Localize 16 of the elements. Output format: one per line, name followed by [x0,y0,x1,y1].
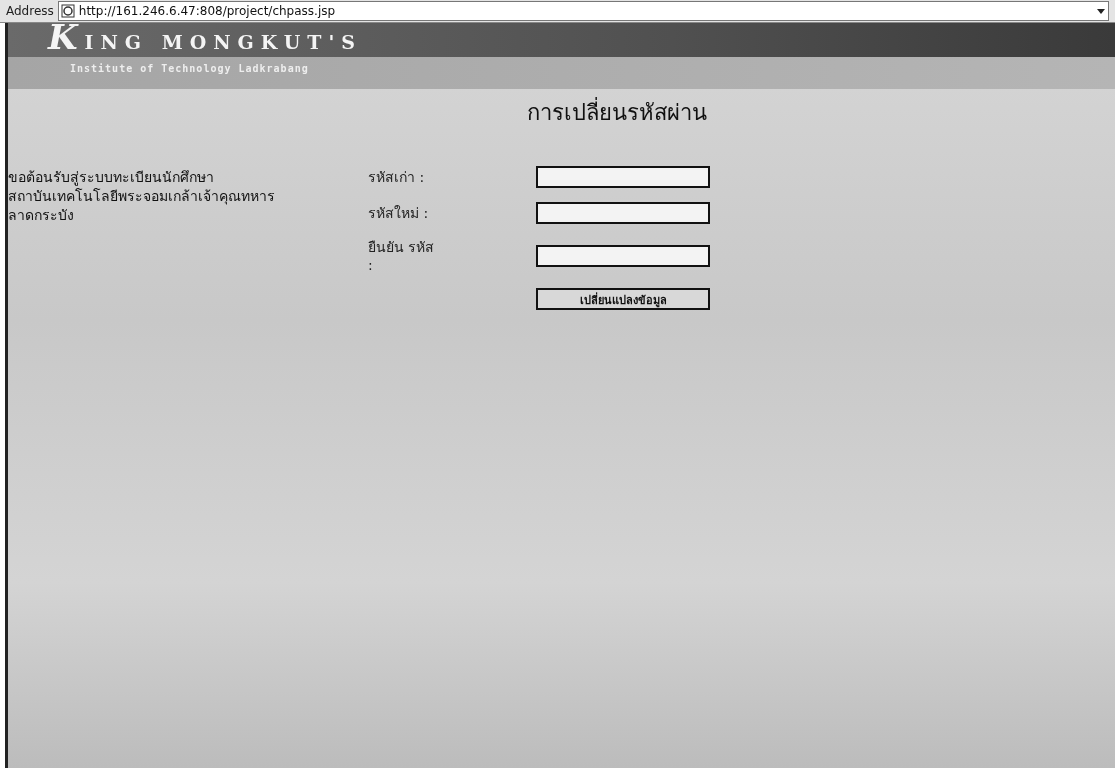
page-title: การเปลี่ยนรหัสผ่าน [526,95,707,130]
address-field[interactable]: http://161.246.6.47:808/project/chpass.jsp [57,1,1109,21]
address-label: Address [6,4,54,18]
field-label: รหัสเก่า : [368,168,426,186]
banner-subtitle: Institute of Technology Ladkrabang [70,63,309,74]
field-label: ยืนยัน รหัส : [368,238,436,274]
dropdown-arrow-icon[interactable] [1096,6,1106,16]
page-icon [60,4,75,18]
welcome-text: สถาบันเทคโนโลยีพระจอมเกล้าเจ้าคุณทหาร [8,187,276,206]
password-field[interactable] [536,245,710,267]
field-label: รหัสใหม่ : [368,204,430,222]
welcome-text: ขอต้อนรับสู่ระบบทะเบียนนักศึกษา [8,168,215,187]
welcome-text: ลาดกระบัง [8,206,75,225]
submit-button[interactable]: เปลี่ยนแปลงข้อมูล [536,288,710,310]
password-field[interactable] [536,166,710,188]
password-field[interactable] [536,202,710,224]
